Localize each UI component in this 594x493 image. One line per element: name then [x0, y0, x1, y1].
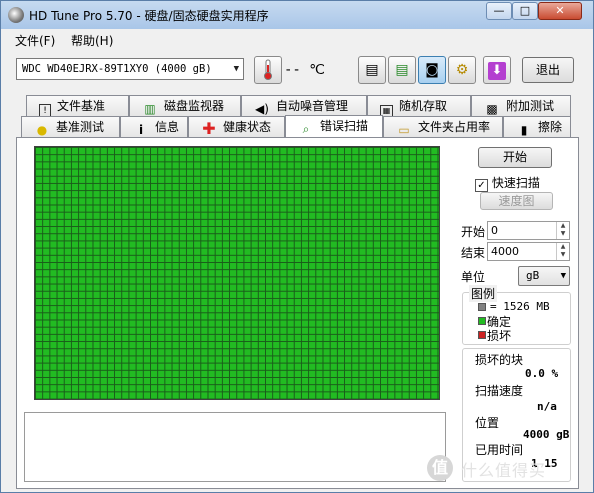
unit-select[interactable]: gB ▼ — [518, 266, 570, 286]
end-position-value: 4000 — [491, 245, 519, 258]
tab-health[interactable]: ✚ 健康状态 — [188, 116, 285, 137]
save-down-icon[interactable]: ⬇ — [483, 56, 511, 84]
copy-text-icon[interactable]: ▤ — [358, 56, 386, 84]
toolbar: WDC WD40EJRX-89T1XY0 (4000 gB) ▼ -- ℃ ▤ … — [1, 51, 593, 89]
app-disk-icon — [8, 7, 24, 23]
tab-extra-tests[interactable]: ▩ 附加测试 — [471, 95, 571, 116]
extra-tests-icon: ▩ — [486, 102, 498, 116]
position-label: 位置 — [475, 416, 500, 430]
temperature-readout: -- ℃ — [284, 62, 326, 78]
menu-bar: 文件(F) 帮助(H) — [1, 29, 593, 51]
legend-ok-swatch — [478, 317, 486, 325]
start-position-input[interactable]: 0 ▲ ▼ — [487, 221, 570, 240]
drive-select-value: WDC WD40EJRX-89T1XY0 (4000 gB) — [22, 63, 212, 75]
aam-speaker-icon: ◀) — [255, 102, 269, 116]
health-cross-icon: ✚ — [202, 119, 216, 138]
tab-folder-usage[interactable]: ▭ 文件夹占用率 — [383, 116, 503, 137]
benchmark-bulb-icon: ● — [36, 123, 48, 137]
minimize-button[interactable]: — — [486, 2, 512, 20]
tab-file-benchmark[interactable]: ! 文件基准 — [26, 95, 129, 119]
start-position-value: 0 — [491, 224, 498, 237]
exit-button[interactable]: 退出 — [522, 57, 574, 83]
title-bar[interactable]: HD Tune Pro 5.70 - 硬盘/固态硬盘实用程序 — □ ✕ — [1, 1, 593, 29]
damaged-blocks-label: 损坏的块 — [475, 353, 524, 367]
menu-help[interactable]: 帮助(H) — [71, 32, 113, 49]
tab-disk-monitor[interactable]: ▥ 磁盘监视器 — [129, 95, 241, 116]
tab-erase[interactable]: ▮ 擦除 — [503, 116, 571, 137]
copy-info-icon[interactable]: ▤ — [388, 56, 416, 84]
tab-benchmark[interactable]: ● 基准测试 — [21, 116, 120, 137]
quick-scan-label: 快速扫描 — [491, 176, 540, 190]
quick-scan-checkbox[interactable]: ✓ 快速扫描 — [475, 174, 540, 192]
legend-block-size: = 1526 MB — [490, 300, 550, 313]
start-position-label: 开始 — [461, 225, 486, 239]
speed-map-button[interactable]: 速度图 — [480, 192, 553, 210]
tab-random-access[interactable]: ▦ 随机存取 — [367, 95, 471, 118]
legend-block-swatch — [478, 303, 486, 311]
app-window: HD Tune Pro 5.70 - 硬盘/固态硬盘实用程序 — □ ✕ 文件(… — [0, 0, 594, 493]
drive-select[interactable]: WDC WD40EJRX-89T1XY0 (4000 gB) ▼ — [16, 58, 244, 80]
end-position-input[interactable]: 4000 ▲ ▼ — [487, 242, 570, 261]
spinner-arrows-icon[interactable]: ▲ ▼ — [556, 243, 569, 260]
unit-label: 单位 — [461, 270, 486, 284]
thermometer-icon[interactable] — [254, 56, 282, 84]
info-icon: i — [138, 123, 144, 137]
maximize-button[interactable]: □ — [512, 2, 538, 20]
chevron-down-icon: ▼ — [233, 64, 239, 74]
legend-bad-label: 损坏 — [487, 329, 512, 343]
position-value: 4000 gB — [523, 428, 570, 441]
disk-monitor-icon: ▥ — [144, 102, 156, 116]
end-position-label: 结束 — [461, 246, 486, 260]
tab-error-scan[interactable]: ⌕ 错误扫描 — [285, 115, 383, 137]
block-map-grid — [34, 146, 440, 400]
tab-aam[interactable]: ◀) 自动噪音管理 — [241, 95, 367, 116]
tab-info[interactable]: i 信息 — [120, 116, 188, 137]
spinner-arrows-icon[interactable]: ▲ ▼ — [556, 222, 569, 239]
window-title: HD Tune Pro 5.70 - 硬盘/固态硬盘实用程序 — [29, 9, 269, 23]
scan-log-box[interactable] — [24, 412, 446, 482]
close-button[interactable]: ✕ — [538, 2, 582, 20]
scan-speed-label: 扫描速度 — [475, 384, 524, 398]
options-icon[interactable]: ⚙ — [448, 56, 476, 84]
erase-trash-icon: ▮ — [520, 123, 528, 137]
watermark-text: 什么值得买 — [461, 461, 547, 480]
damaged-blocks-value: 0.0 % — [525, 367, 559, 380]
checkmark-icon: ✓ — [475, 179, 488, 192]
legend-bad-swatch — [478, 331, 486, 339]
watermark: 值 什么值得买 — [421, 449, 591, 489]
menu-file[interactable]: 文件(F) — [15, 32, 55, 49]
chevron-down-icon: ▼ — [560, 271, 566, 281]
start-scan-button[interactable]: 开始 — [478, 147, 552, 168]
watermark-badge: 值 — [427, 455, 453, 481]
scan-speed-value: n/a — [537, 400, 557, 413]
unit-select-value: gB — [526, 269, 540, 282]
folder-usage-icon: ▭ — [398, 123, 410, 137]
error-scan-magnifier-icon: ⌕ — [302, 122, 310, 136]
screenshot-icon[interactable]: ◙ — [418, 56, 446, 84]
